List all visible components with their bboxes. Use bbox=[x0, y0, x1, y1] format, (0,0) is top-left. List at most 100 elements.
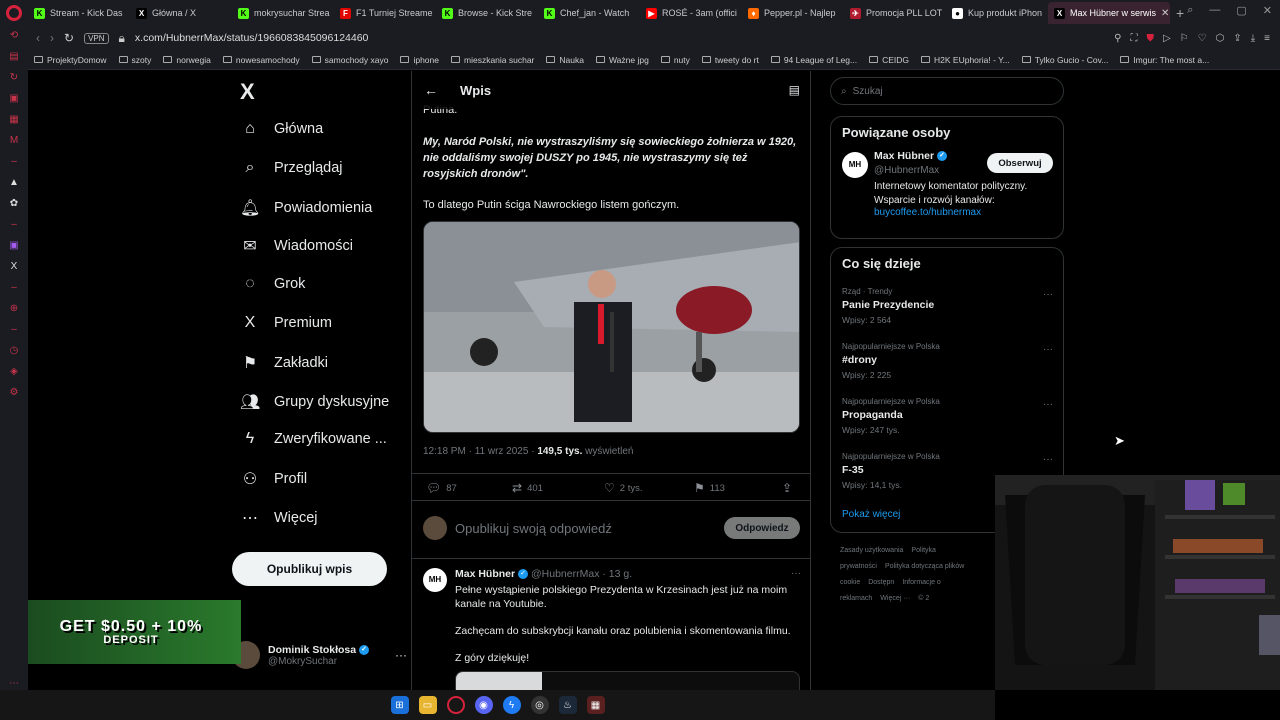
menu-icon[interactable]: ≡ bbox=[1264, 33, 1270, 44]
aria-icon[interactable]: ▲ bbox=[8, 177, 20, 189]
x-logo-icon[interactable]: X bbox=[240, 79, 255, 105]
browser-tab[interactable]: ♦ Pepper.pl - Najlep bbox=[742, 2, 842, 24]
like-action[interactable]: ♡ 2 tys. bbox=[604, 481, 642, 495]
new-tab-button[interactable]: + bbox=[1176, 5, 1184, 21]
bookmark-item[interactable]: CEIDG bbox=[869, 55, 909, 65]
mail-icon[interactable]: M bbox=[8, 135, 20, 147]
refresh-icon[interactable]: ↻ bbox=[8, 72, 20, 84]
settings-icon[interactable]: ⚙ bbox=[8, 387, 20, 399]
discord-icon[interactable]: ◉ bbox=[474, 696, 493, 714]
trend-more-icon[interactable]: ··· bbox=[1043, 399, 1053, 410]
forward-nav-icon[interactable]: › bbox=[50, 31, 54, 45]
reply-media-preview[interactable] bbox=[455, 671, 800, 690]
share-icon[interactable]: ⇪ bbox=[1233, 33, 1241, 44]
trend-item[interactable]: Najpopularniejsze w Polska Propaganda Wpis… bbox=[831, 395, 1063, 450]
history-icon[interactable]: ⟲ bbox=[8, 30, 20, 42]
close-window-icon[interactable]: ✕ bbox=[1263, 4, 1272, 17]
bookmark-item[interactable]: iphone bbox=[400, 55, 439, 65]
bookmark-item[interactable]: mieszkania suchar bbox=[451, 55, 534, 65]
trend-more-icon[interactable]: ··· bbox=[1043, 344, 1053, 355]
browser-tab[interactable]: K Browse - Kick Stre bbox=[436, 2, 536, 24]
bookmark-item[interactable]: ProjektyDomow bbox=[34, 55, 107, 65]
browser-tab-active[interactable]: X Max Hübner w serwis ✕ bbox=[1048, 2, 1170, 24]
nav-item-3[interactable]: ✉ Wiadomości bbox=[240, 236, 353, 256]
obs-icon[interactable]: ◎ bbox=[530, 696, 549, 714]
twitch-icon[interactable]: ▣ bbox=[8, 240, 20, 252]
search-tabs-icon[interactable]: ⌕ bbox=[1187, 4, 1193, 17]
bookmark-item[interactable]: H2K EUphoria! - Y... bbox=[921, 55, 1010, 65]
wallet-icon[interactable]: ▦ bbox=[8, 114, 20, 126]
account-switcher[interactable]: Dominik Stokłosa ✓ @MokrySuchar ··· bbox=[232, 641, 407, 669]
person-link[interactable]: buycoffee.to/hubnermax bbox=[874, 207, 981, 218]
search-input[interactable]: Szukaj bbox=[853, 86, 883, 97]
bookmark-icon[interactable]: ⚐ bbox=[1180, 33, 1189, 44]
reply-input[interactable]: Opublikuj swoją odpowiedź bbox=[455, 521, 612, 536]
nav-item-2[interactable]: 🔔︎ Powiadomienia bbox=[240, 198, 372, 218]
opera-logo-icon[interactable] bbox=[6, 5, 22, 21]
footer-link[interactable]: Dostępn bbox=[868, 579, 894, 586]
search-box[interactable]: ⌕ Szukaj bbox=[830, 77, 1064, 105]
reader-mode-icon[interactable]: ▤ bbox=[789, 83, 800, 97]
x-sidebar-icon[interactable]: X bbox=[8, 261, 20, 273]
shield-icon[interactable]: ⛊ bbox=[1146, 33, 1154, 44]
opera-taskbar-icon[interactable] bbox=[446, 696, 465, 714]
reply-button[interactable]: Odpowiedz bbox=[724, 517, 800, 539]
bookmark-item[interactable]: nowesamochody bbox=[222, 55, 300, 65]
trend-more-icon[interactable]: ··· bbox=[1043, 289, 1053, 300]
trend-item[interactable]: Najpopularniejsze w Polska #drony Wpisy: 2… bbox=[831, 340, 1063, 395]
heart-icon[interactable]: ♡ bbox=[1198, 33, 1207, 44]
nav-item-10[interactable]: ⋯ Więcej bbox=[240, 508, 318, 528]
minimize-icon[interactable]: — bbox=[1209, 4, 1220, 17]
url-field[interactable]: x.com/HubnerrMax/status/1966083845096124… bbox=[135, 32, 369, 44]
browser-tab[interactable]: Kmokrysuchar Strea bbox=[232, 2, 332, 24]
play-icon[interactable]: ▷ bbox=[1163, 33, 1171, 44]
bookmark-item[interactable]: nuty bbox=[660, 55, 690, 65]
share-action[interactable]: ⇪ bbox=[782, 481, 792, 495]
browser-tab[interactable]: ▶ ROSÉ - 3am (offici bbox=[640, 2, 740, 24]
snapshot-icon[interactable]: ⛶ bbox=[1130, 33, 1137, 44]
bookmark-item[interactable]: szoty bbox=[118, 55, 151, 65]
reload-icon[interactable]: ↻ bbox=[64, 31, 74, 45]
shopping-icon[interactable]: ▣ bbox=[8, 93, 20, 105]
extensions-icon[interactable]: ⬡ bbox=[1216, 33, 1225, 44]
nav-item-5[interactable]: X Premium bbox=[240, 314, 332, 332]
reply-author-name[interactable]: Max Hübner bbox=[455, 568, 515, 580]
browser-tab[interactable]: ● Kup produkt iPhon bbox=[946, 2, 1046, 24]
download-icon[interactable]: ⤓ bbox=[1251, 33, 1255, 44]
player-icon[interactable]: ⊕ bbox=[8, 303, 20, 315]
avatar[interactable]: MH bbox=[842, 152, 868, 178]
extensions-icon[interactable]: ◈ bbox=[8, 366, 20, 378]
browser-tab[interactable]: K Chef_jan - Watch bbox=[538, 2, 638, 24]
post-button[interactable]: Opublikuj wpis bbox=[232, 552, 387, 586]
nav-item-7[interactable]: 👥︎ Grupy dyskusyjne bbox=[240, 392, 389, 412]
speed-dial-icon[interactable]: ▤ bbox=[8, 51, 20, 63]
trend-more-icon[interactable]: ··· bbox=[1043, 454, 1053, 465]
nav-item-9[interactable]: ⚇ Profil bbox=[240, 469, 307, 489]
sidebar-more-icon[interactable]: ⋯ bbox=[8, 678, 20, 690]
browser-tab[interactable]: K Stream - Kick Das bbox=[28, 2, 128, 24]
nav-item-1[interactable]: ⌕ Przeglądaj bbox=[240, 159, 343, 177]
tweet-image[interactable] bbox=[423, 221, 800, 433]
pin-icon[interactable]: ⚲ bbox=[1114, 33, 1121, 44]
bookmark-item[interactable]: norwegia bbox=[163, 55, 211, 65]
trend-item[interactable]: Rząd · Trendy Panie Prezydencie Wpisy: 2 5… bbox=[831, 285, 1063, 340]
bookmark-item[interactable]: Ważne jpg bbox=[595, 55, 649, 65]
bookmark-item[interactable]: Tylko Gucio - Cov... bbox=[1021, 55, 1108, 65]
bookmark-item[interactable]: 94 League of Leg... bbox=[770, 55, 857, 65]
bookmark-item[interactable]: tweety do rt bbox=[701, 55, 759, 65]
browser-tab[interactable]: F F1 Turniej Streame bbox=[334, 2, 434, 24]
maximize-icon[interactable]: ▢ bbox=[1236, 4, 1246, 17]
footer-link[interactable]: Więcej ··· bbox=[880, 595, 910, 602]
close-tab-icon[interactable]: ✕ bbox=[1161, 8, 1169, 19]
steam-icon[interactable]: ♨ bbox=[558, 696, 577, 714]
footer-link[interactable]: Zasady użytkowania bbox=[840, 547, 903, 554]
footer-link[interactable]: © 2 bbox=[918, 595, 929, 602]
repost-action[interactable]: ⇄ 401 bbox=[512, 481, 543, 495]
game-app-icon[interactable]: ▦ bbox=[586, 696, 605, 714]
account-more-icon[interactable]: ··· bbox=[395, 648, 407, 662]
browser-tab[interactable]: ✈ Promocja PLL LOT bbox=[844, 2, 944, 24]
avatar[interactable]: MH bbox=[423, 568, 447, 592]
reply-more-icon[interactable]: ··· bbox=[791, 568, 801, 579]
bookmark-item[interactable]: samochody xayo bbox=[311, 55, 388, 65]
nav-item-8[interactable]: ϟ Zweryfikowane ... bbox=[240, 430, 387, 448]
